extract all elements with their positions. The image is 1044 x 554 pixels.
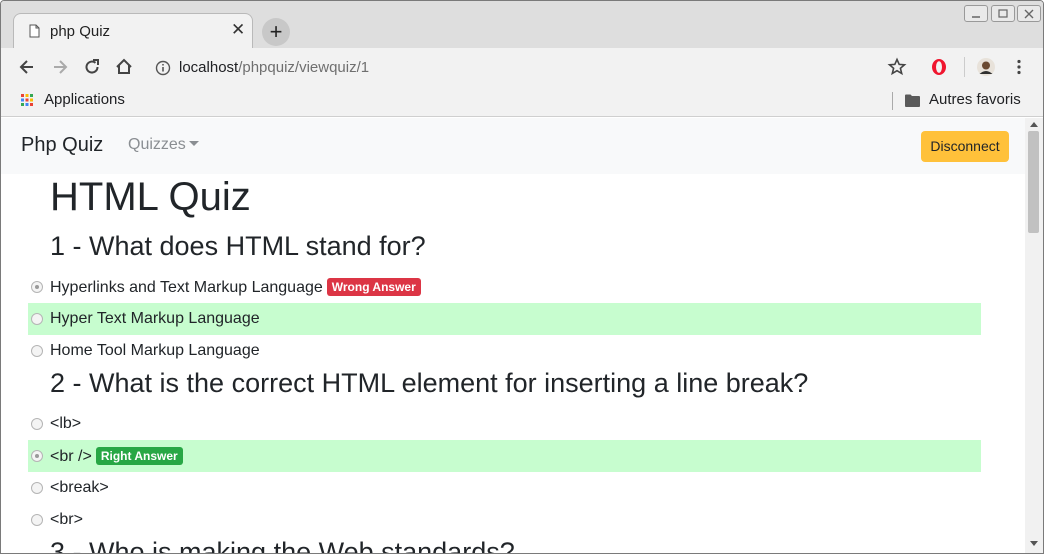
folder-icon — [905, 94, 920, 107]
reload-icon[interactable] — [82, 57, 102, 77]
answer-radio[interactable] — [31, 313, 43, 325]
answer-row[interactable]: <break> — [28, 472, 981, 504]
question-1: 1 - What does HTML stand for? — [50, 231, 426, 261]
plus-icon[interactable]: + — [262, 18, 290, 46]
browser-toolbar: localhost/phpquiz/viewquiz/1 — [1, 48, 1043, 86]
close-window-button[interactable] — [1017, 5, 1041, 22]
site-navbar: Php Quiz Quizzes Disconnect — [1, 118, 1025, 174]
kebab-menu-icon[interactable] — [1009, 57, 1029, 77]
question-2: 2 - What is the correct HTML element for… — [50, 368, 809, 398]
answer-radio[interactable] — [31, 514, 43, 526]
apps-grid-icon — [21, 94, 33, 106]
page-viewport: Php Quiz Quizzes Disconnect HTML Quiz 1 … — [1, 118, 1025, 554]
scrollbar-thumb[interactable] — [1028, 131, 1039, 233]
bookmark-other-label: Autres favoris — [929, 91, 1021, 108]
answer-radio[interactable] — [31, 345, 43, 357]
answer-label: <br> — [50, 511, 83, 528]
answer-radio[interactable] — [31, 482, 43, 494]
file-icon — [29, 24, 40, 38]
answer-row[interactable]: Home Tool Markup Language — [28, 335, 981, 367]
bookmark-applications-label: Applications — [44, 91, 125, 108]
answer-row-correct[interactable]: <br /> Right Answer — [28, 440, 981, 472]
info-icon[interactable] — [155, 60, 171, 76]
star-icon[interactable] — [887, 57, 907, 77]
answer-radio[interactable] — [31, 450, 43, 462]
home-icon[interactable] — [114, 57, 134, 77]
tab-php-quiz[interactable]: php Quiz ✕ — [13, 13, 253, 49]
disconnect-button[interactable]: Disconnect — [921, 131, 1009, 162]
brand-link[interactable]: Php Quiz — [21, 134, 103, 157]
browser-window: php Quiz ✕ + localhost/phpquiz/viewquiz/… — [0, 0, 1044, 554]
tab-title: php Quiz — [50, 23, 111, 40]
url-text: localhost/phpquiz/viewquiz/1 — [179, 59, 370, 76]
answer-label: Hyper Text Markup Language — [50, 310, 260, 327]
answer-label: Home Tool Markup Language — [50, 342, 260, 359]
bookmarks-bar: Applications Autres favoris — [1, 86, 1043, 117]
answer-row[interactable]: Hyperlinks and Text Markup Language Wrong… — [28, 271, 981, 303]
bookmarks-separator — [892, 92, 893, 110]
page-title: HTML Quiz — [50, 175, 251, 219]
opera-icon[interactable] — [929, 57, 949, 77]
toolbar-divider — [964, 57, 965, 77]
forward-arrow-icon[interactable] — [50, 57, 70, 77]
answer-label: <lb> — [50, 415, 82, 432]
answer-label: <br /> Right Answer — [50, 447, 183, 466]
answer-radio[interactable] — [31, 281, 43, 293]
chevron-down-icon — [188, 140, 199, 146]
maximize-button[interactable] — [991, 5, 1015, 22]
page-scrollbar[interactable] — [1025, 118, 1043, 553]
answer-label: <break> — [50, 479, 109, 496]
answer-row[interactable]: <lb> — [28, 408, 981, 440]
right-answer-badge: Right Answer — [95, 447, 183, 465]
wrong-answer-badge: Wrong Answer — [326, 278, 421, 296]
scroll-up-arrow-icon[interactable] — [1030, 122, 1038, 127]
bookmark-applications[interactable]: Applications — [21, 91, 141, 112]
quizzes-dropdown[interactable]: Quizzes — [128, 136, 199, 154]
bookmark-other-favorites[interactable]: Autres favoris — [905, 91, 1035, 112]
minimize-button[interactable] — [964, 5, 988, 22]
answer-radio[interactable] — [31, 418, 43, 430]
profile-avatar[interactable] — [976, 57, 996, 77]
answer-row-correct[interactable]: Hyper Text Markup Language — [28, 303, 981, 335]
answer-row[interactable]: <br> — [28, 504, 981, 536]
answer-label: Hyperlinks and Text Markup Language Wrong… — [50, 278, 421, 297]
scroll-down-arrow-icon[interactable] — [1030, 541, 1038, 546]
close-icon[interactable]: ✕ — [231, 21, 245, 39]
question-3: 3 - Who is making the Web standards? — [50, 537, 515, 554]
quizzes-label: Quizzes — [128, 136, 186, 153]
address-bar[interactable]: localhost/phpquiz/viewquiz/1 — [149, 53, 921, 83]
back-arrow-icon[interactable] — [17, 57, 37, 77]
tab-strip: php Quiz ✕ + — [1, 1, 1043, 49]
